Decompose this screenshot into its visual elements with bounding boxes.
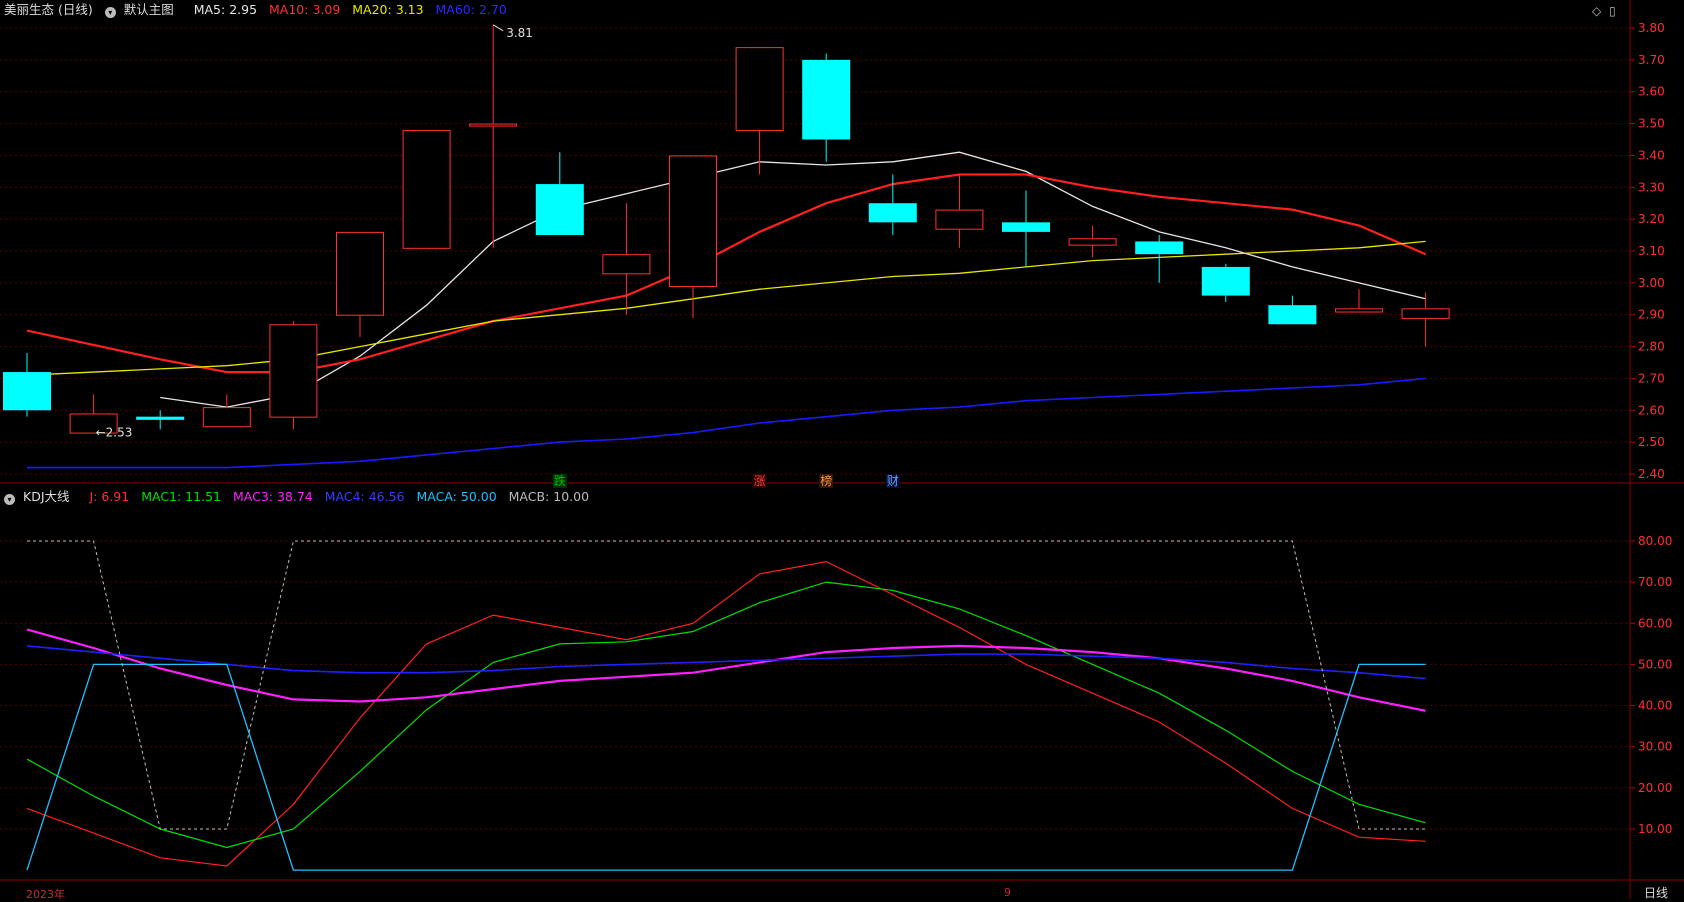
kdj-mac4-label: MAC4: 46.56 (324, 489, 405, 504)
candle-body (269, 324, 318, 418)
main-chart-label: 默认主图 (123, 2, 174, 17)
kdj-tick-label: 70.00 (1638, 575, 1672, 589)
ma10-label: MA10: 3.09 (269, 2, 341, 17)
price-tick-label: 2.70 (1638, 371, 1665, 385)
price-tick-label: 3.40 (1638, 148, 1665, 162)
kdj-tick-label: 30.00 (1638, 740, 1672, 754)
candle-body (1335, 308, 1383, 313)
candle-body (1068, 238, 1117, 246)
kdj-tick-label: 60.00 (1638, 616, 1672, 630)
kdj-macb-label: MACB: 10.00 (508, 489, 590, 504)
price-tick-label: 3.20 (1638, 212, 1665, 226)
low-annotation: ←2.53 (96, 426, 133, 440)
chevron-down-icon[interactable]: ▾ (104, 7, 116, 18)
kdj-tick-label: 50.00 (1638, 657, 1672, 671)
event-marker: 财 (887, 474, 899, 488)
series-mac1-line (26, 581, 1426, 849)
high-annotation: 3.81 (506, 26, 533, 40)
candle-body (602, 254, 651, 275)
price-tick-label: 3.30 (1638, 180, 1665, 194)
candle-body (669, 155, 717, 288)
candle-body (935, 209, 984, 230)
candle-body (3, 372, 51, 411)
candle-body (202, 407, 251, 428)
main-chart-header: 美丽生态 (日线) ▾ 默认主图 MA5: 2.95 MA10: 3.09 MA2… (4, 0, 515, 20)
kdj-tick-label: 40.00 (1638, 699, 1672, 713)
series-j-line (26, 560, 1426, 867)
footer-month: 9 (1004, 886, 1011, 899)
kdj-tick-label: 10.00 (1638, 822, 1672, 836)
series-macb-line (27, 540, 1426, 830)
price-tick-label: 3.60 (1638, 85, 1665, 99)
price-tick-label: 2.90 (1638, 308, 1665, 322)
kdj-selector[interactable]: ▾ KDJ大线 (4, 489, 78, 505)
candle-body (1135, 241, 1184, 255)
window-controls: ◇ ▯ (1592, 4, 1616, 18)
series-mac4-line (26, 645, 1426, 680)
stock-chart[interactable]: 3.80 3.70 3.60 3.50 3.40 3.30 3.20 3.10 3.00 2.90… (0, 0, 1684, 899)
ma60-label: MA60: 2.70 (435, 2, 507, 17)
ma5-label: MA5: 2.95 (193, 2, 258, 17)
candle-body (1201, 266, 1250, 296)
price-tick-label: 3.70 (1638, 53, 1665, 67)
candle-body (1002, 222, 1050, 232)
ma20-label: MA20: 3.13 (352, 2, 424, 17)
panel-toggle-icon[interactable]: ▯ (1609, 4, 1616, 18)
candle-body (735, 47, 784, 131)
footer-year: 2023年 (26, 888, 65, 901)
price-tick-label: 3.10 (1638, 244, 1665, 258)
kdj-tick-label: 80.00 (1638, 534, 1672, 548)
stock-name: 美丽生态 (日线) (4, 2, 93, 17)
candle-body (469, 123, 518, 127)
price-tick-label: 2.80 (1638, 340, 1665, 354)
series-mac3-line (26, 628, 1426, 712)
candle-body (535, 184, 584, 236)
price-tick-label: 2.60 (1638, 403, 1665, 417)
kdj-j-label: J: 6.91 (89, 489, 130, 504)
candle-body (402, 129, 451, 249)
series-ma20-line (26, 240, 1426, 376)
event-marker: 跌 (554, 473, 566, 488)
candle-body (336, 231, 384, 316)
candle-body (868, 203, 917, 223)
candle-body (802, 59, 851, 140)
price-tick-label: 3.00 (1638, 276, 1665, 290)
event-marker: 榜 (820, 473, 832, 488)
candle-body (1268, 305, 1317, 325)
kdj-header: ▾ KDJ大线 J: 6.91 MAC1: 11.51 MAC3: 38.74 M… (4, 487, 597, 507)
chevron-down-icon[interactable]: ▾ (4, 494, 15, 505)
kdj-mac1-label: MAC1: 11.51 (141, 489, 221, 504)
event-marker: 涨 (754, 473, 766, 488)
price-tick-label: 3.50 (1638, 117, 1665, 131)
kdj-mac3-label: MAC3: 38.74 (232, 489, 313, 504)
price-tick-label: 3.80 (1638, 21, 1665, 35)
kdj-tick-label: 20.00 (1638, 781, 1672, 795)
diamond-icon[interactable]: ◇ (1592, 4, 1601, 18)
candle-body (1401, 308, 1450, 319)
price-tick-label: 2.50 (1638, 435, 1665, 449)
price-tick-label: 2.40 (1638, 467, 1665, 481)
kdj-maca-label: MACA: 50.00 (416, 489, 497, 504)
candle-body (136, 416, 185, 420)
series-maca-line (26, 663, 1426, 871)
kdj-name: KDJ大线 (23, 489, 70, 504)
period-button[interactable]: 日线 (1644, 884, 1668, 901)
main-chart-selector[interactable]: ▾ 默认主图 (104, 2, 182, 18)
